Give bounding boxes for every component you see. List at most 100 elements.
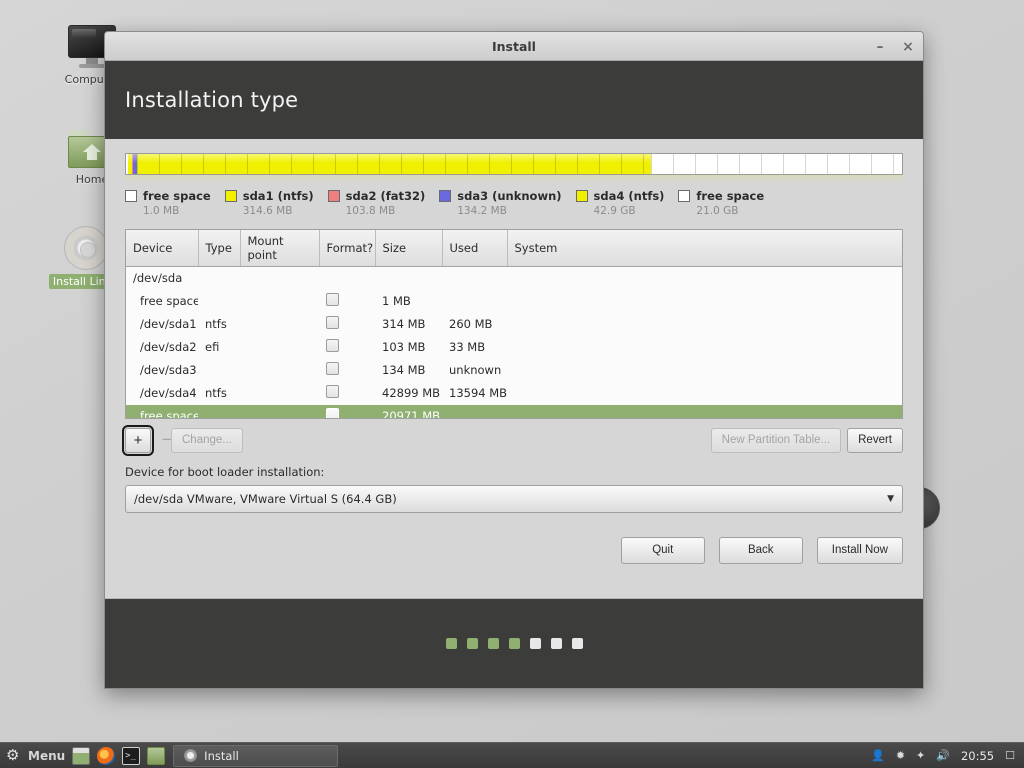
used-cell (442, 290, 507, 313)
format-checkbox[interactable] (326, 385, 339, 398)
progress-dot-5 (550, 638, 562, 649)
format-cell[interactable] (319, 313, 375, 336)
used-cell: 33 MB (449, 340, 486, 354)
table-row[interactable]: /dev/sda (126, 267, 902, 290)
file-manager-icon[interactable] (147, 746, 166, 765)
minimize-icon[interactable]: – (873, 40, 887, 54)
device-cell: /dev/sda (133, 271, 183, 286)
progress-dot-1 (466, 638, 478, 649)
legend-size: 21.0 GB (696, 205, 739, 217)
table-row[interactable]: /dev/sda1 ntfs 314 MB 260 MB (126, 313, 902, 336)
table-row[interactable]: free space 20971 MB (126, 404, 902, 419)
legend-swatch (575, 190, 588, 202)
device-cell: free space (140, 409, 198, 419)
format-cell[interactable] (319, 359, 375, 382)
format-cell[interactable] (319, 336, 375, 359)
partition-legend: free space 1.0 MB sda1 (ntfs) 314.6 MB sda2 … (125, 189, 903, 217)
mount-point-cell (240, 313, 319, 336)
legend-item-4: sda4 (ntfs) 42.9 GB (575, 189, 664, 217)
partition-bar[interactable] (125, 153, 903, 175)
firefox-icon[interactable] (97, 746, 116, 765)
format-cell[interactable] (319, 405, 375, 418)
table-column-header-4[interactable]: Size (375, 230, 443, 267)
table-body: /dev/sda free space 1 MB/dev/sda1 ntfs 314 M… (126, 267, 902, 419)
legend-item-5: free space 21.0 GB (678, 189, 764, 217)
legend-size: 314.6 MB (242, 205, 293, 217)
bluetooth-icon[interactable]: ✹ (896, 749, 905, 762)
size-cell (375, 267, 442, 290)
install-window: Install – × Installation type free space… (104, 31, 924, 689)
type-cell (198, 359, 240, 382)
window-content: free space 1.0 MB sda1 (ntfs) 314.6 MB sda2 … (105, 139, 923, 598)
table-column-header-5[interactable]: Used (442, 230, 508, 267)
type-cell (198, 267, 240, 290)
size-cell: 42899 MB (382, 386, 441, 400)
format-cell[interactable] (319, 267, 375, 290)
quit-button[interactable]: Quit (620, 537, 705, 564)
format-cell[interactable] (319, 290, 375, 313)
format-cell[interactable] (319, 382, 375, 405)
taskbar-item-install[interactable]: Install (173, 744, 339, 767)
change-partition-button[interactable]: Change... (171, 428, 243, 453)
gear-icon[interactable]: ⚙ (6, 748, 21, 763)
format-checkbox[interactable] (326, 316, 339, 329)
segment-gloss (650, 154, 902, 163)
table-column-header-3[interactable]: Format? (319, 230, 376, 267)
table-column-header-2[interactable]: Mount point (240, 230, 320, 267)
used-cell: unknown (449, 363, 502, 377)
partition-bar-reflection (125, 175, 903, 183)
partition-table-container[interactable]: Device Type Mount point Format? Size Used Syst… (125, 229, 903, 419)
page-title: Installation type (125, 88, 299, 112)
window-title: Install (492, 38, 536, 54)
type-cell: ntfs (205, 386, 227, 400)
terminal-icon[interactable]: >_ (122, 746, 141, 765)
show-desktop-icon[interactable] (72, 746, 91, 765)
bootloader-device-select[interactable]: /dev/sda VMware, VMware Virtual S (64.4 … (125, 485, 903, 513)
system-cell (507, 313, 902, 336)
type-cell (198, 405, 240, 419)
used-cell: 260 MB (449, 317, 493, 331)
legend-item-2: sda2 (fat32) 103.8 MB (327, 189, 426, 217)
partition-segment-4[interactable] (136, 154, 651, 174)
remove-partition-button[interactable]: − (151, 428, 174, 453)
revert-button[interactable]: Revert (847, 428, 903, 453)
legend-label: free space (696, 189, 765, 203)
taskbar: ⚙ Menu >_ Install 👤 ✹ ✦ 🔊 20:55 ☐ (0, 742, 1024, 768)
legend-size: 134.2 MB (457, 205, 507, 217)
user-icon[interactable]: 👤 (871, 749, 885, 762)
table-column-header-6[interactable]: System (507, 230, 902, 267)
close-icon[interactable]: × (901, 40, 915, 54)
back-button[interactable]: Back (718, 537, 803, 564)
table-row[interactable]: /dev/sda3 134 MB unknown (126, 359, 902, 382)
partition-segment-5[interactable] (650, 154, 902, 174)
device-cell: /dev/sda4 (140, 386, 197, 400)
menu-button[interactable]: Menu (28, 749, 65, 763)
table-row[interactable]: /dev/sda2 efi 103 MB 33 MB (126, 336, 902, 359)
update-manager-icon[interactable]: ✦ (916, 749, 925, 762)
partition-toolbar: + − Change... New Partition Table... Rev… (122, 425, 903, 456)
table-column-header-0[interactable]: Device (126, 230, 199, 267)
volume-icon[interactable]: 🔊 (936, 749, 950, 762)
table-column-header-1[interactable]: Type (198, 230, 241, 267)
add-partition-button[interactable]: + (122, 425, 154, 456)
table-header-row: Device Type Mount point Format? Size Used Syst… (126, 230, 902, 267)
table-row[interactable]: /dev/sda4 ntfs 42899 MB 13594 MB (126, 382, 902, 405)
window-list-icon[interactable]: ☐ (1005, 749, 1015, 762)
progress-dot-4 (529, 638, 541, 649)
size-cell: 20971 MB (382, 409, 441, 419)
legend-label: free space (143, 189, 211, 203)
format-checkbox[interactable] (326, 339, 339, 352)
progress-dot-6 (571, 638, 583, 649)
install-now-button[interactable]: Install Now (816, 537, 903, 564)
clock[interactable]: 20:55 (961, 749, 994, 763)
mount-point-cell (240, 405, 319, 419)
format-checkbox[interactable] (326, 362, 339, 375)
table-row[interactable]: free space 1 MB (126, 290, 902, 313)
format-checkbox[interactable] (326, 408, 339, 418)
new-partition-table-button[interactable]: New Partition Table... (710, 428, 842, 453)
format-checkbox[interactable] (326, 293, 339, 306)
legend-label: sda2 (fat32) (345, 189, 426, 203)
type-cell: efi (205, 340, 220, 354)
progress-dots (105, 598, 923, 688)
progress-dot-0 (445, 638, 457, 649)
